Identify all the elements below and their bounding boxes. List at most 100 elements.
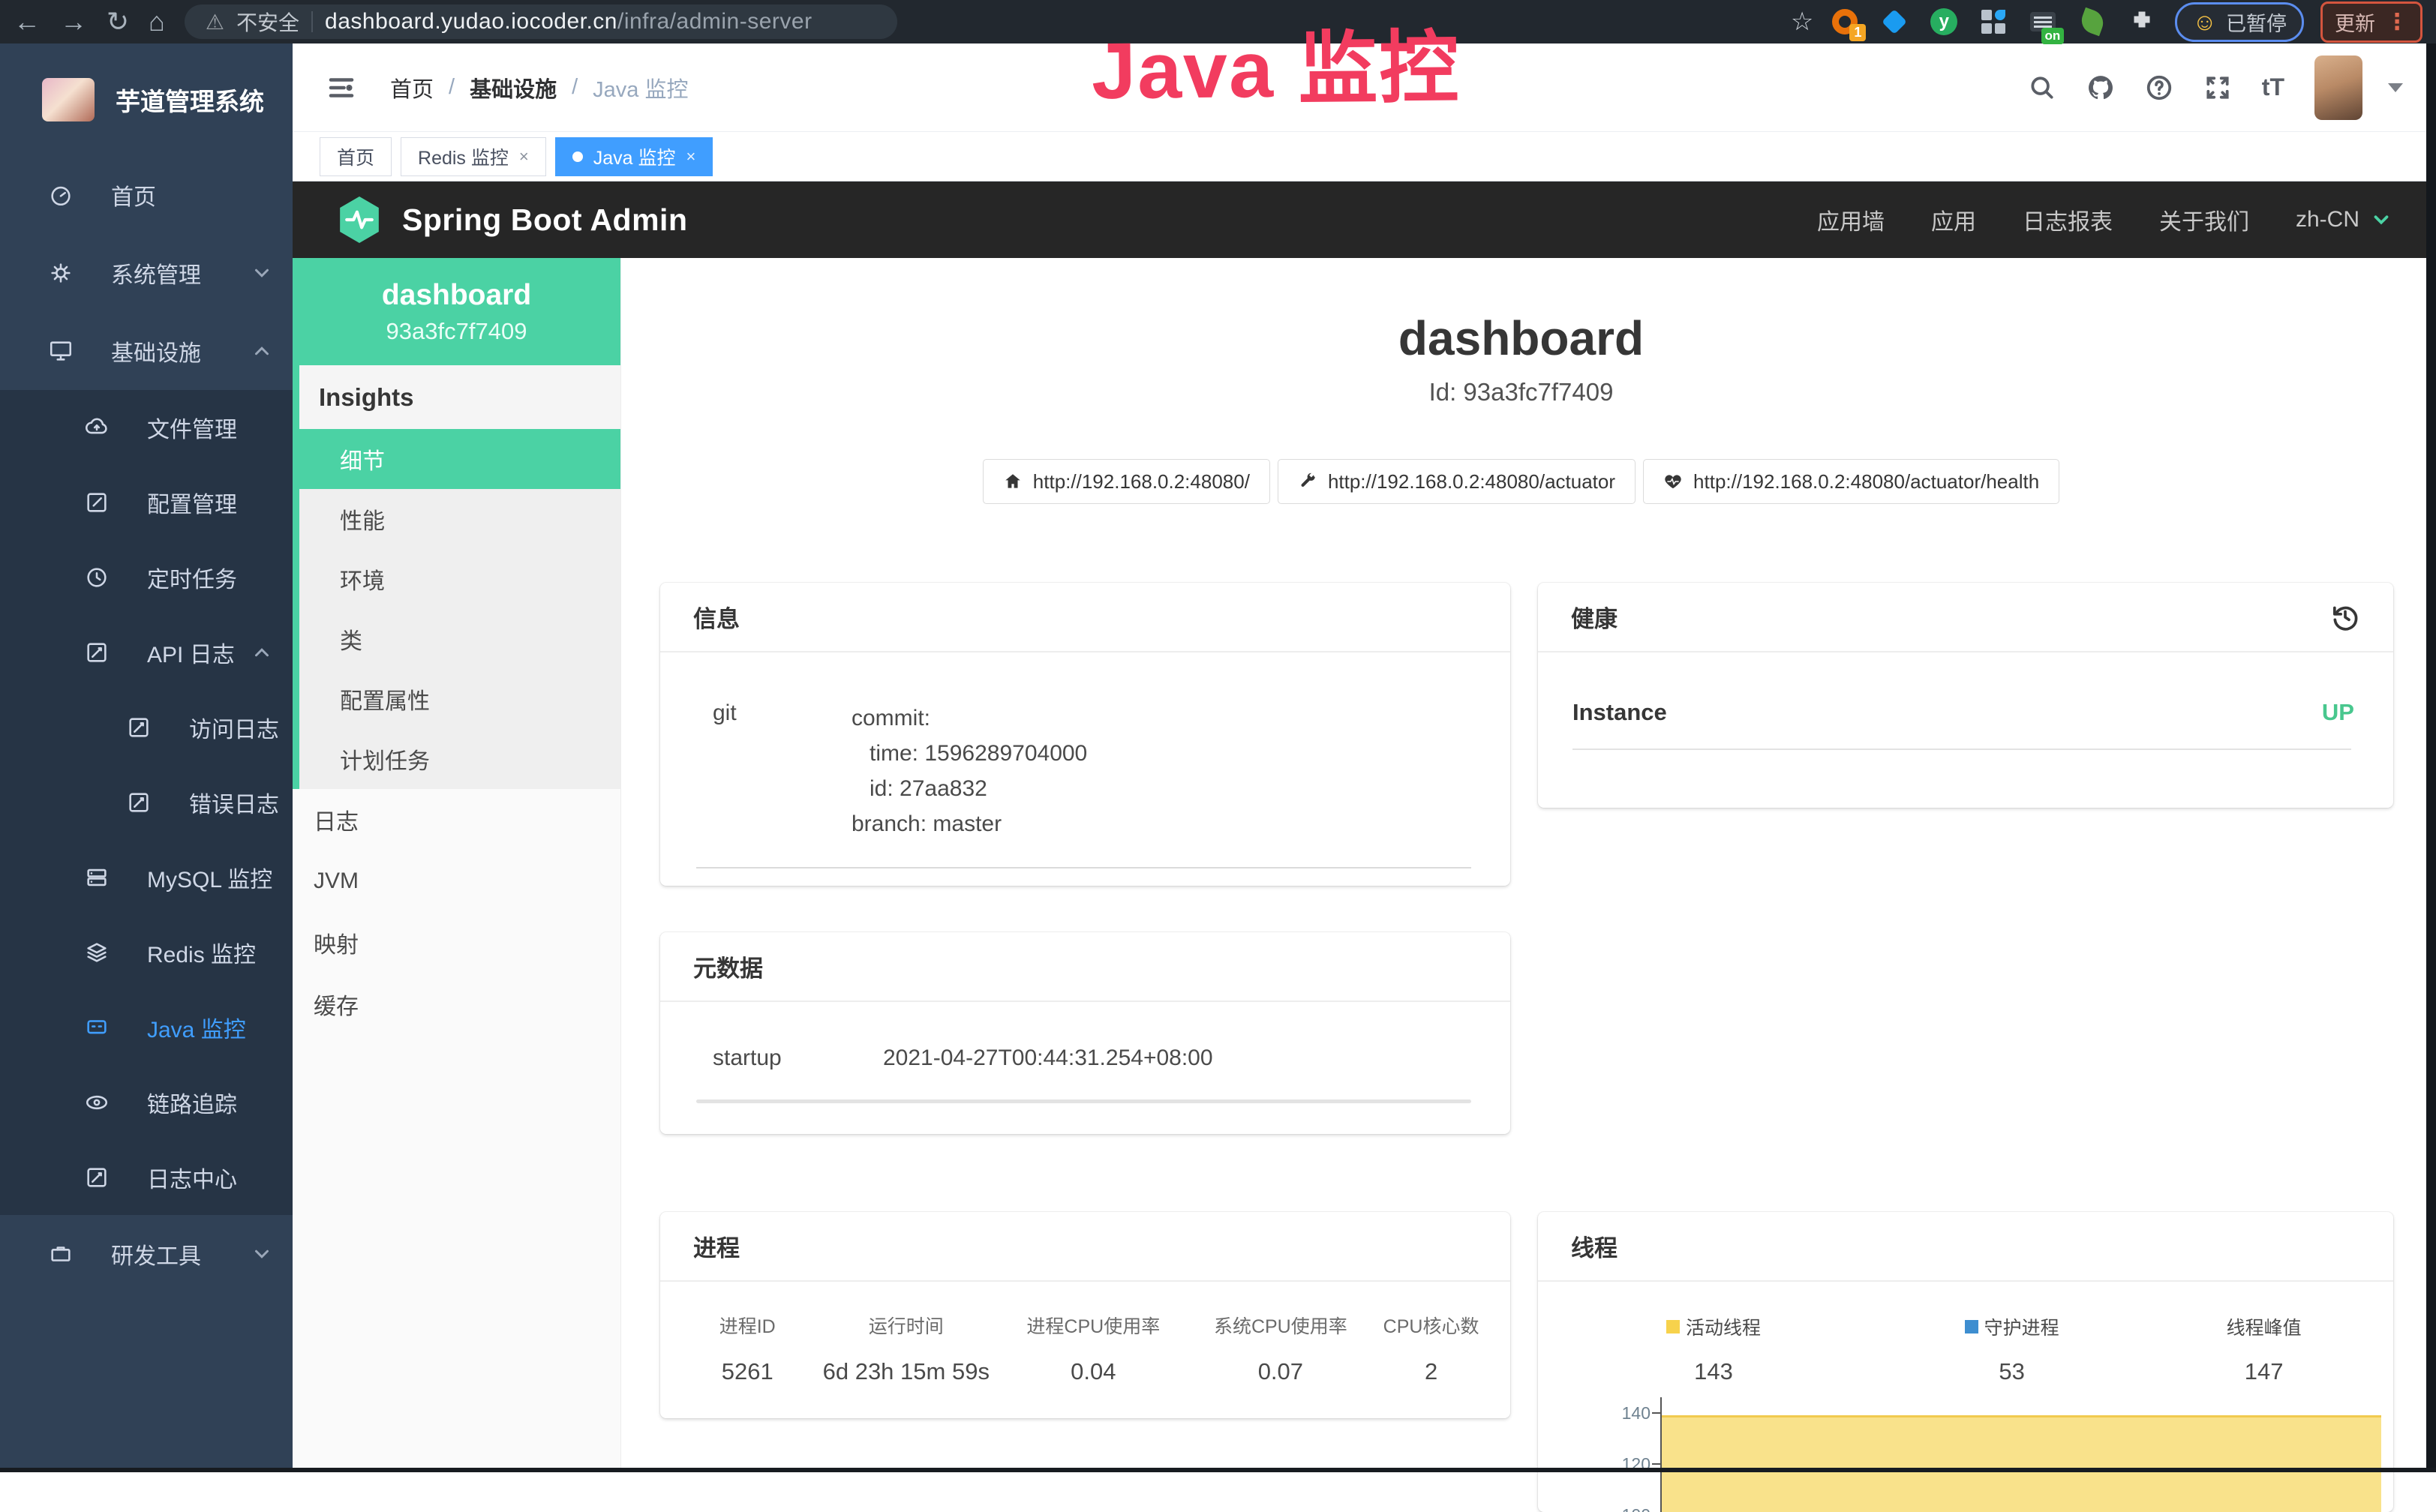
- y-tick: 100: [1605, 1505, 1651, 1512]
- close-icon[interactable]: ×: [519, 147, 529, 166]
- sba-menu-classes[interactable]: 类: [299, 609, 620, 669]
- instance-links: http://192.168.0.2:48080/ http://192.168…: [621, 459, 2421, 504]
- help-icon[interactable]: [2145, 74, 2173, 102]
- actuator-url-button[interactable]: http://192.168.0.2:48080/actuator: [1278, 459, 1636, 504]
- threads-card: 线程 活动线程 143 守护进程 53 线程峰值 147: [1538, 1212, 2393, 1512]
- bookmark-star-icon[interactable]: ☆: [1791, 7, 1813, 37]
- window-right-edge: [2426, 44, 2436, 1472]
- daemon-threads-col: 守护进程 53: [1882, 1313, 2142, 1385]
- extension-on-icon[interactable]: on: [2028, 7, 2058, 37]
- gear-icon: [48, 260, 74, 286]
- sba-navbar: Spring Boot Admin 应用墙 应用 日志报表 关于我们 zh-CN: [293, 182, 2436, 258]
- sidebar-item-system[interactable]: 系统管理: [0, 234, 293, 312]
- back-icon[interactable]: ←: [14, 8, 41, 35]
- sidebar-item-error-logs[interactable]: 错误日志: [0, 765, 293, 840]
- sba-nav-wallboard[interactable]: 应用墙: [1817, 203, 1885, 236]
- sba-menu-details[interactable]: 细节: [299, 429, 620, 489]
- forward-icon[interactable]: →: [60, 8, 87, 35]
- sidebar-item-scheduled-jobs[interactable]: 定时任务: [0, 540, 293, 615]
- search-icon[interactable]: [2028, 74, 2056, 102]
- server-icon: [84, 865, 110, 890]
- browser-menu-dots-icon[interactable]: ⋮: [2386, 9, 2408, 35]
- metadata-value: 2021-04-27T00:44:31.254+08:00: [883, 1046, 1213, 1071]
- url-text[interactable]: dashboard.yudao.iocoder.cn/infra/admin-s…: [325, 9, 813, 34]
- tab-home[interactable]: 首页: [320, 137, 392, 176]
- fullscreen-icon[interactable]: [2203, 74, 2232, 102]
- peak-threads-col: 线程峰值 147: [2142, 1313, 2386, 1385]
- sba-insights-group: Insights 细节 性能 环境 类 配置属性 计划任务: [293, 365, 620, 789]
- threads-card-title: 线程: [1538, 1212, 2393, 1282]
- avatar-caret-icon[interactable]: [2388, 83, 2403, 92]
- extension-grid-icon[interactable]: [1978, 7, 2008, 37]
- paused-extension-pill[interactable]: ☺ 已暂停: [2175, 2, 2304, 42]
- eye-icon: [84, 1090, 110, 1115]
- breadcrumb-home[interactable]: 首页: [390, 72, 434, 104]
- sba-instance-block[interactable]: dashboard 93a3fc7f7409: [293, 258, 620, 365]
- sba-group-label: Insights: [299, 365, 620, 429]
- log-edit-icon: [126, 715, 152, 740]
- tab-java-monitor[interactable]: Java 监控 ×: [555, 137, 713, 176]
- service-url-button[interactable]: http://192.168.0.2:48080/: [983, 459, 1270, 504]
- sba-menu-config-props[interactable]: 配置属性: [299, 669, 620, 729]
- sidebar-item-home[interactable]: 首页: [0, 156, 293, 234]
- tab-redis-monitor[interactable]: Redis 监控 ×: [401, 137, 546, 176]
- sidebar-item-tracing[interactable]: 链路追踪: [0, 1065, 293, 1140]
- reload-icon[interactable]: ↻: [107, 8, 129, 35]
- sidebar-item-infra[interactable]: 基础设施: [0, 312, 293, 390]
- threads-chart: 140 120 100: [1538, 1406, 2393, 1512]
- extensions-puzzle-icon[interactable]: [2127, 7, 2157, 37]
- info-value: commit: time: 1596289704000 id: 27aa832 …: [852, 700, 1087, 842]
- chevron-down-icon: [251, 262, 273, 284]
- edit-square-icon: [84, 490, 110, 515]
- sidebar-item-java-monitor[interactable]: Java 监控: [0, 990, 293, 1065]
- user-avatar[interactable]: [2314, 56, 2362, 120]
- metadata-card-title: 元数据: [660, 932, 1510, 1002]
- sidebar-item-api-logs[interactable]: API 日志: [0, 615, 293, 690]
- sidebar-item-mysql-monitor[interactable]: MySQL 监控: [0, 840, 293, 915]
- home-icon: [1003, 472, 1023, 491]
- sidebar-item-config-mgmt[interactable]: 配置管理: [0, 465, 293, 540]
- y-tick: 140: [1605, 1403, 1651, 1424]
- sidebar-item-file-mgmt[interactable]: 文件管理: [0, 390, 293, 465]
- legend-swatch-yellow: [1666, 1320, 1680, 1334]
- address-bar[interactable]: ⚠ 不安全 dashboard.yudao.iocoder.cn/infra/a…: [185, 4, 897, 39]
- sba-menu-caches[interactable]: 缓存: [293, 974, 620, 1035]
- sba-content: dashboard Id: 93a3fc7f7409 http://192.16…: [621, 258, 2436, 1472]
- sba-nav-about[interactable]: 关于我们: [2159, 203, 2249, 236]
- health-url-button[interactable]: http://192.168.0.2:48080/actuator/health: [1643, 459, 2059, 504]
- extension-y-icon[interactable]: y: [1929, 7, 1959, 37]
- sba-menu-scheduled-tasks[interactable]: 计划任务: [299, 729, 620, 789]
- chevron-up-icon: [251, 641, 273, 664]
- sba-brand-title[interactable]: Spring Boot Admin: [402, 202, 687, 238]
- extension-pin-icon[interactable]: [1879, 7, 1909, 37]
- log-edit-icon: [84, 640, 110, 665]
- sba-menu-environment[interactable]: 环境: [299, 549, 620, 609]
- history-icon[interactable]: [2330, 602, 2360, 632]
- font-size-icon[interactable]: tT: [2262, 74, 2284, 101]
- sidebar-item-log-center[interactable]: 日志中心: [0, 1140, 293, 1215]
- close-icon[interactable]: ×: [686, 147, 696, 166]
- github-icon[interactable]: [2086, 74, 2115, 102]
- extension-orange-icon[interactable]: 1: [1830, 7, 1860, 37]
- browser-update-button[interactable]: 更新 ⋮: [2320, 2, 2422, 43]
- sba-nav-journal[interactable]: 日志报表: [2023, 203, 2113, 236]
- sba-menu-metrics[interactable]: 性能: [299, 489, 620, 549]
- breadcrumb-infra[interactable]: 基础设施: [470, 72, 557, 104]
- system-cpu-col: 系统CPU使用率 0.07: [1191, 1312, 1371, 1385]
- locale-select[interactable]: zh-CN: [2296, 207, 2392, 232]
- health-card: 健康 Instance UP: [1538, 583, 2393, 808]
- paused-extension-emoji: ☺: [2192, 8, 2217, 36]
- home-icon[interactable]: ⌂: [149, 8, 165, 35]
- sba-menu-jvm[interactable]: JVM: [293, 850, 620, 912]
- breadcrumb: 首页 / 基础设施 / Java 监控: [390, 72, 688, 104]
- sidebar-item-redis-monitor[interactable]: Redis 监控: [0, 915, 293, 990]
- extension-leaf-icon[interactable]: [2077, 7, 2107, 37]
- hamburger-icon[interactable]: [326, 72, 357, 104]
- sidebar-item-access-logs[interactable]: 访问日志: [0, 690, 293, 765]
- insecure-warning-icon[interactable]: ⚠: [206, 10, 224, 34]
- sidebar-item-dev-tools[interactable]: 研发工具: [0, 1215, 293, 1293]
- sba-nav-applications[interactable]: 应用: [1931, 203, 1976, 236]
- sba-menu-logs[interactable]: 日志: [293, 789, 620, 850]
- app-logo-row[interactable]: 芋道管理系统: [0, 44, 293, 156]
- sba-menu-mappings[interactable]: 映射: [293, 912, 620, 974]
